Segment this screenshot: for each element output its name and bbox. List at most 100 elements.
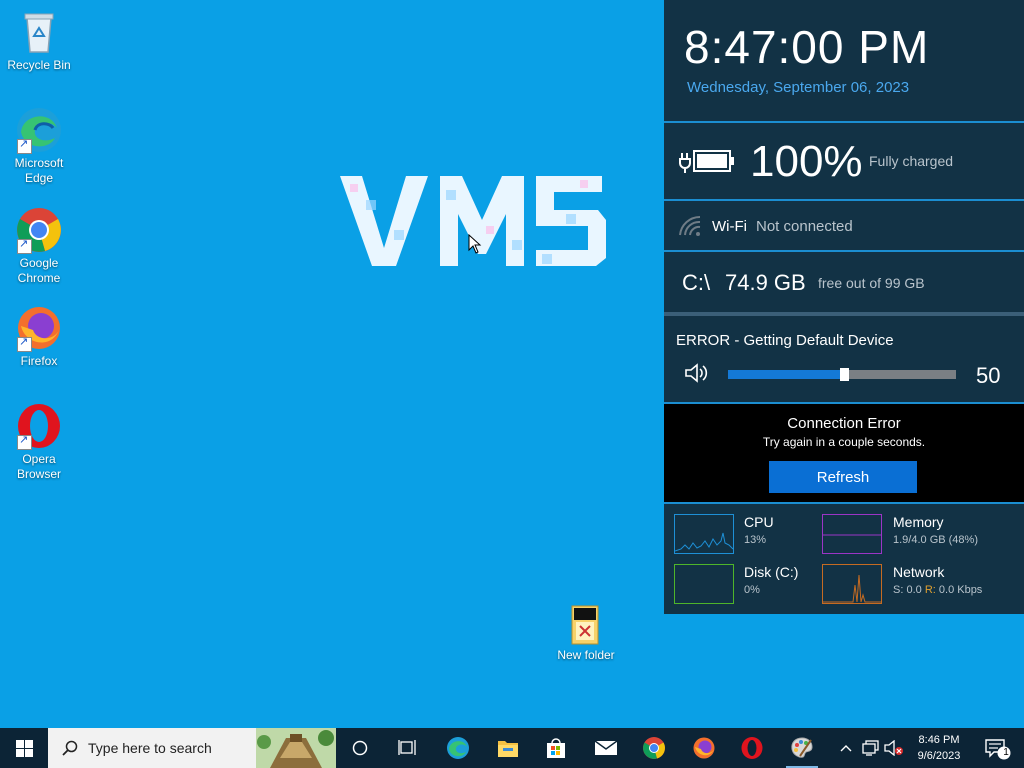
clock-widget: 8:47:00 PM Wednesday, September 06, 2023	[664, 0, 1024, 120]
search-placeholder: Type here to search	[88, 740, 212, 756]
cortana-icon	[352, 740, 368, 756]
network-label: Network	[893, 564, 945, 580]
shortcut-arrow-icon	[17, 335, 32, 352]
clock-time: 8:47:00 PM	[684, 21, 930, 73]
firefox-icon	[15, 304, 63, 352]
wifi-icon	[679, 215, 701, 236]
perf-network[interactable]: Network S: 0.0 R: 0.0 Kbps	[822, 564, 1012, 608]
start-button[interactable]	[0, 728, 48, 768]
network-value: S: 0.0 R: 0.0 Kbps	[893, 584, 982, 596]
taskbar-edge[interactable]	[434, 728, 482, 768]
audio-widget: ERROR - Getting Default Device 50	[664, 312, 1024, 404]
desktop-icon-label: Opera Browser	[16, 452, 61, 481]
disk-free-space: 74.9 GB	[725, 270, 806, 295]
desktop-folder-new-folder[interactable]: New folder	[548, 604, 624, 662]
vm5-logo	[336, 170, 612, 274]
shortcut-arrow-icon	[17, 237, 32, 254]
disk-total: free out of 99 GB	[818, 275, 925, 291]
widgets-panel: 8:47:00 PM Wednesday, September 06, 2023…	[664, 0, 1024, 614]
edge-icon	[447, 737, 469, 759]
perf-disk[interactable]: Disk (C:) 0%	[674, 564, 814, 608]
folder-label: New folder	[557, 648, 615, 662]
action-center-button[interactable]: 1	[978, 728, 1020, 768]
taskbar-chrome[interactable]	[630, 728, 678, 768]
connection-widget: Connection Error Try again in a couple s…	[664, 402, 1024, 502]
desktop-icon-opera[interactable]: Opera Browser	[2, 402, 76, 482]
desktop-icon-label: Recycle Bin	[7, 58, 71, 72]
cortana-button[interactable]	[336, 728, 384, 768]
paint-palette-icon	[791, 737, 813, 758]
task-view-button[interactable]	[384, 728, 432, 768]
recycle-bin-icon	[15, 8, 63, 56]
battery-status: Fully charged	[869, 153, 954, 169]
volume-muted-tray-icon[interactable]	[884, 740, 904, 756]
taskbar-date: 9/6/2023	[917, 750, 961, 762]
firefox-icon	[693, 737, 715, 759]
taskbar-store[interactable]	[532, 728, 580, 768]
connection-error-title: Connection Error	[787, 415, 901, 432]
wifi-widget[interactable]: Wi-Fi Not connected	[664, 199, 1024, 251]
volume-slider-fill	[728, 370, 842, 379]
speaker-icon[interactable]	[684, 362, 712, 384]
audio-error-text: ERROR - Getting Default Device	[676, 332, 894, 349]
wifi-status: Not connected	[756, 218, 853, 235]
cpu-graph	[674, 514, 734, 554]
taskbar-firefox[interactable]	[680, 728, 728, 768]
network-tray-icon[interactable]	[862, 740, 880, 756]
folder-icon	[571, 605, 599, 645]
opera-icon	[741, 737, 763, 759]
search-icon	[62, 740, 78, 756]
volume-value: 50	[976, 363, 1001, 388]
shortcut-arrow-icon	[17, 433, 32, 450]
volume-slider-thumb[interactable]	[840, 368, 849, 381]
show-hidden-icons-icon[interactable]	[839, 742, 853, 754]
chrome-icon	[15, 206, 63, 254]
disk-drive-letter: C:\	[682, 270, 711, 295]
desktop-icon-edge[interactable]: Microsoft Edge	[2, 106, 76, 186]
battery-plug-icon	[679, 150, 734, 173]
taskbar-time: 8:46 PM	[918, 734, 960, 746]
disk-value: 0%	[744, 584, 760, 596]
memory-value: 1.9/4.0 GB (48%)	[893, 534, 978, 546]
taskbar-clock[interactable]: 8:46 PM 9/6/2023	[904, 732, 974, 764]
perf-cpu[interactable]: CPU 13%	[674, 514, 814, 558]
folder-icon	[498, 741, 518, 757]
battery-percent: 100%	[750, 137, 863, 186]
memory-graph	[822, 514, 882, 554]
taskbar-mail[interactable]	[582, 728, 630, 768]
chrome-icon	[643, 737, 665, 759]
windows-logo-icon	[16, 740, 33, 757]
network-send-value: 0.0	[906, 584, 922, 596]
desktop-icon-label: Microsoft Edge	[14, 156, 64, 185]
desktop-icon-label: Firefox	[20, 354, 58, 368]
shortcut-arrow-icon	[17, 137, 32, 154]
wifi-label: Wi-Fi	[712, 218, 747, 235]
perf-memory[interactable]: Memory 1.9/4.0 GB (48%)	[822, 514, 1012, 558]
notification-count-badge: 1	[1003, 747, 1009, 758]
network-recv-label: R:	[924, 584, 936, 596]
desktop-icon-firefox[interactable]: Firefox	[2, 304, 76, 369]
desktop-icon-chrome[interactable]: Google Chrome	[2, 206, 76, 286]
cpu-value: 13%	[744, 534, 767, 546]
network-graph	[822, 564, 882, 604]
taskbar-paint[interactable]	[778, 728, 826, 768]
edge-icon	[15, 106, 63, 154]
network-recv-value: 0.0 Kbps	[938, 584, 983, 596]
connection-error-message: Try again in a couple seconds.	[762, 435, 926, 449]
refresh-button[interactable]: Refresh	[769, 461, 917, 493]
volume-slider[interactable]	[728, 368, 956, 381]
taskbar: Type here to search 8:46 PM 9/6/2023 1	[0, 728, 1024, 768]
battery-widget: 100% Fully charged	[664, 121, 1024, 201]
clock-date: Wednesday, September 06, 2023	[687, 79, 910, 96]
memory-label: Memory	[893, 514, 944, 530]
task-view-icon	[398, 740, 416, 755]
opera-icon	[15, 402, 63, 450]
network-send-label: S:	[893, 584, 904, 596]
taskbar-opera[interactable]	[728, 728, 776, 768]
desktop-icon-recycle-bin[interactable]: Recycle Bin	[2, 8, 76, 73]
taskbar-file-explorer[interactable]	[484, 728, 532, 768]
search-box[interactable]: Type here to search	[48, 728, 336, 768]
search-highlight-icon	[256, 728, 336, 768]
disk-widget: C:\ 74.9 GB free out of 99 GB	[664, 250, 1024, 314]
mouse-cursor-icon	[468, 234, 482, 254]
